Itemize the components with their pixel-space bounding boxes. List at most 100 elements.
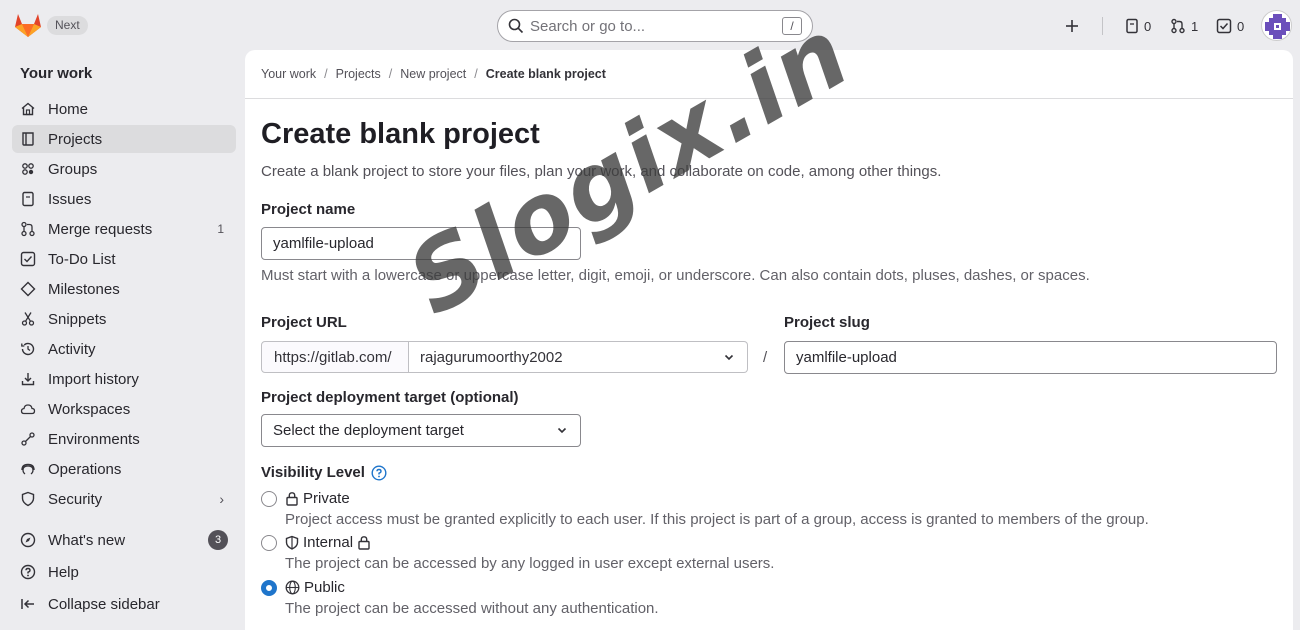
history-icon bbox=[20, 341, 36, 357]
create-new-button[interactable] bbox=[1064, 17, 1080, 35]
chevron-right-icon: › bbox=[219, 491, 224, 507]
next-badge[interactable]: Next bbox=[47, 16, 88, 35]
sidebar-item-help[interactable]: Help bbox=[12, 558, 236, 586]
breadcrumb: Your work / Projects / New project / Cre… bbox=[245, 50, 1293, 99]
compass-icon bbox=[20, 532, 36, 548]
sidebar-item-workspaces[interactable]: Workspaces bbox=[12, 395, 236, 423]
search-shortcut-key: / bbox=[782, 17, 802, 35]
breadcrumb-projects[interactable]: Projects bbox=[336, 67, 381, 81]
sidebar-item-label: To-Do List bbox=[48, 250, 116, 268]
search-icon bbox=[508, 18, 524, 34]
visibility-internal-radio[interactable] bbox=[261, 535, 277, 551]
breadcrumb-your-work[interactable]: Your work bbox=[261, 67, 316, 81]
merge-request-icon bbox=[1171, 18, 1185, 34]
sidebar-item-issues[interactable]: Issues bbox=[12, 185, 236, 213]
todo-icon bbox=[20, 251, 36, 267]
sidebar-item-label: Groups bbox=[48, 160, 98, 178]
breadcrumb-separator: / bbox=[474, 67, 478, 81]
sidebar-item-label: Projects bbox=[48, 130, 103, 148]
issues-counter-button[interactable]: 0 bbox=[1125, 17, 1151, 35]
shield-icon bbox=[20, 491, 36, 507]
sidebar-item-import-history[interactable]: Import history bbox=[12, 365, 236, 393]
operations-icon bbox=[20, 461, 36, 477]
sidebar-item-snippets[interactable]: Snippets bbox=[12, 305, 236, 333]
breadcrumb-current[interactable]: Create blank project bbox=[486, 67, 606, 81]
sidebar-item-milestones[interactable]: Milestones bbox=[12, 275, 236, 303]
project-name-input[interactable]: yamlfile-upload bbox=[261, 227, 581, 260]
breadcrumb-separator: / bbox=[324, 67, 328, 81]
search-placeholder: Search or go to... bbox=[530, 17, 646, 35]
question-icon[interactable] bbox=[371, 464, 387, 481]
project-slug-label: Project slug bbox=[784, 314, 870, 331]
page-description: Create a blank project to store your fil… bbox=[261, 163, 942, 180]
project-url-group: https://gitlab.com/ rajagurumoorthy2002 bbox=[261, 341, 748, 373]
visibility-private-label: Private bbox=[303, 490, 350, 507]
breadcrumb-new-project[interactable]: New project bbox=[400, 67, 466, 81]
sidebar-collapse-button[interactable]: Collapse sidebar bbox=[12, 590, 236, 618]
page-title: Create blank project bbox=[261, 118, 540, 150]
visibility-internal-label: Internal bbox=[303, 534, 354, 551]
search-bar[interactable]: Search or go to... / bbox=[497, 10, 813, 42]
todo-icon bbox=[1216, 18, 1232, 34]
todos-counter-button[interactable]: 0 bbox=[1216, 17, 1244, 35]
sidebar-item-operations[interactable]: Operations bbox=[12, 455, 236, 483]
sidebar-item-label: Workspaces bbox=[48, 400, 131, 418]
home-icon bbox=[20, 101, 36, 117]
issues-count: 0 bbox=[1144, 18, 1152, 34]
main-content: Your work / Projects / New project / Cre… bbox=[245, 50, 1293, 630]
merge-request-icon bbox=[20, 221, 36, 237]
sidebar-item-label: Issues bbox=[48, 190, 92, 208]
sidebar-item-label: Home bbox=[48, 100, 89, 118]
sidebar-item-groups[interactable]: Groups bbox=[12, 155, 236, 183]
project-slug-input[interactable]: yamlfile-upload bbox=[784, 341, 1277, 374]
sidebar-item-environments[interactable]: Environments bbox=[12, 425, 236, 453]
visibility-private-description: Project access must be granted explicitl… bbox=[285, 511, 1149, 528]
visibility-level-heading: Visibility Level bbox=[261, 464, 387, 481]
topbar-divider bbox=[1102, 17, 1103, 35]
visibility-public-radio[interactable] bbox=[261, 580, 277, 596]
sidebar-item-activity[interactable]: Activity bbox=[12, 335, 236, 363]
issues-icon bbox=[1126, 18, 1138, 34]
sidebar-item-security[interactable]: Security › bbox=[12, 485, 236, 513]
visibility-private-option[interactable]: Private bbox=[285, 490, 350, 507]
namespace-value: rajagurumoorthy2002 bbox=[420, 348, 563, 366]
sidebar-item-label: Help bbox=[48, 563, 79, 581]
visibility-public-description: The project can be accessed without any … bbox=[285, 600, 659, 617]
sidebar-item-to-do-list[interactable]: To-Do List bbox=[12, 245, 236, 273]
deployment-target-select[interactable]: Select the deployment target bbox=[261, 414, 581, 447]
sidebar-item-whats-new[interactable]: What's new 3 bbox=[12, 526, 236, 554]
sidebar-item-projects[interactable]: Projects bbox=[12, 125, 236, 153]
visibility-internal-option[interactable]: Internal bbox=[285, 534, 371, 551]
project-name-help: Must start with a lowercase or uppercase… bbox=[261, 267, 1090, 284]
sidebar-item-label: What's new bbox=[48, 531, 126, 549]
url-prefix: https://gitlab.com/ bbox=[261, 341, 409, 373]
namespace-select[interactable]: rajagurumoorthy2002 bbox=[409, 341, 748, 373]
lock-icon bbox=[358, 536, 370, 550]
plus-icon bbox=[1066, 20, 1078, 32]
deployment-target-label: Project deployment target (optional) bbox=[261, 389, 519, 406]
project-name-label: Project name bbox=[261, 201, 356, 218]
sidebar-item-label: Security bbox=[48, 490, 103, 508]
shield-icon bbox=[285, 535, 299, 550]
visibility-public-option[interactable]: Public bbox=[285, 579, 345, 596]
sidebar-item-label: Collapse sidebar bbox=[48, 595, 160, 613]
gitlab-logo-icon[interactable] bbox=[14, 12, 42, 38]
visibility-public-label: Public bbox=[304, 579, 345, 596]
merge-requests-count: 1 bbox=[1191, 18, 1199, 34]
visibility-private-radio[interactable] bbox=[261, 491, 277, 507]
sidebar-item-label: Import history bbox=[48, 370, 139, 388]
import-icon bbox=[20, 371, 36, 387]
environment-icon bbox=[20, 431, 36, 447]
project-url-label: Project URL bbox=[261, 314, 347, 331]
sidebar-item-merge-requests[interactable]: Merge requests 1 bbox=[12, 215, 236, 243]
user-avatar[interactable] bbox=[1261, 10, 1292, 41]
sidebar-item-label: Environments bbox=[48, 430, 140, 448]
sidebar-item-label: Milestones bbox=[48, 280, 120, 298]
earth-icon bbox=[285, 580, 300, 595]
sidebar-item-home[interactable]: Home bbox=[12, 95, 236, 123]
question-icon bbox=[20, 564, 36, 580]
sidebar-item-label: Merge requests bbox=[48, 220, 153, 238]
sidebar: Your work Home Projects Groups Issues Merge … bbox=[0, 50, 245, 630]
merge-requests-counter-button[interactable]: 1 bbox=[1170, 17, 1198, 35]
chevron-down-icon bbox=[557, 427, 567, 434]
